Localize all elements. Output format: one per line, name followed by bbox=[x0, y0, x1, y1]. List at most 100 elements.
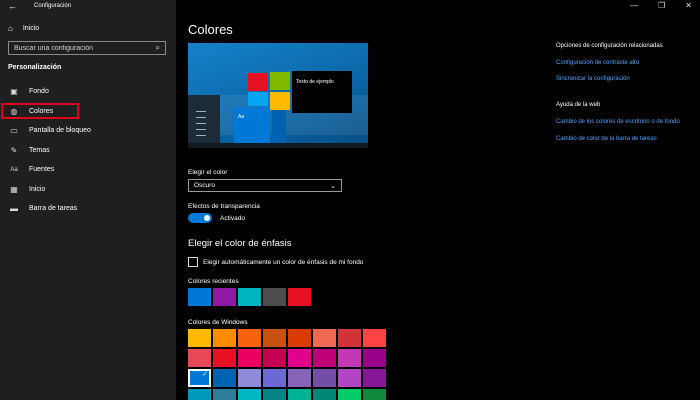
help-link-taskbar-color[interactable]: Cambio de color de la barra de tareas bbox=[556, 135, 696, 143]
windows-color-swatch[interactable] bbox=[213, 389, 236, 400]
windows-colors-grid: ✓ bbox=[188, 329, 386, 400]
brush-icon: ✎ bbox=[10, 145, 18, 155]
auto-accent-label: Elegir automáticamente un color de énfas… bbox=[203, 259, 364, 266]
windows-color-swatch[interactable] bbox=[363, 369, 386, 387]
windows-color-swatch[interactable] bbox=[263, 369, 286, 387]
sidebar-item-pantalla-de-bloqueo[interactable]: ▭ Pantalla de bloqueo bbox=[0, 121, 176, 141]
choose-color-value: Oscuro bbox=[194, 182, 215, 189]
windows-color-swatch[interactable] bbox=[313, 389, 336, 400]
windows-color-swatch[interactable] bbox=[213, 329, 236, 347]
recent-color-swatch[interactable] bbox=[238, 288, 261, 306]
fonts-icon: Aa bbox=[10, 166, 18, 173]
windows-color-swatch[interactable] bbox=[338, 329, 361, 347]
windows-color-swatch[interactable] bbox=[313, 369, 336, 387]
preview-tile-text: Aa bbox=[238, 114, 245, 120]
windows-color-swatch[interactable] bbox=[363, 389, 386, 400]
selection-highlight bbox=[1, 102, 79, 119]
home-icon: ⌂ bbox=[8, 24, 13, 33]
recent-color-swatch[interactable] bbox=[263, 288, 286, 306]
section-title: Personalización bbox=[8, 64, 62, 71]
windows-color-swatch[interactable] bbox=[238, 349, 261, 367]
windows-color-swatch[interactable] bbox=[188, 349, 211, 367]
windows-color-swatch[interactable] bbox=[238, 389, 261, 400]
preview-sample-window bbox=[292, 71, 352, 113]
windows-color-swatch[interactable] bbox=[363, 349, 386, 367]
windows-color-swatch[interactable] bbox=[263, 329, 286, 347]
toggle-knob bbox=[204, 215, 210, 221]
sidebar-item-inicio[interactable]: ▦ Inicio bbox=[0, 180, 176, 200]
windows-color-swatch[interactable] bbox=[238, 329, 261, 347]
sidebar-item-barra-de-tareas[interactable]: ▬ Barra de tareas bbox=[0, 199, 176, 219]
home-link[interactable]: ⌂ Inicio bbox=[8, 24, 39, 33]
sidebar-item-fondo[interactable]: ▣ Fondo bbox=[0, 82, 176, 102]
search-box[interactable]: ⌕ bbox=[8, 41, 166, 55]
windows-color-swatch[interactable] bbox=[263, 389, 286, 400]
transparency-toggle[interactable] bbox=[188, 213, 212, 223]
recent-color-swatch[interactable] bbox=[213, 288, 236, 306]
start-icon: ▦ bbox=[10, 184, 18, 194]
windows-color-swatch[interactable] bbox=[363, 329, 386, 347]
transparency-state: Activado bbox=[220, 215, 245, 222]
home-label: Inicio bbox=[22, 25, 40, 32]
recent-colors-label: Colores recientes bbox=[188, 278, 239, 285]
high-contrast-link[interactable]: Configuración de contraste alto bbox=[556, 59, 696, 67]
taskbar-icon: ▬ bbox=[10, 204, 18, 214]
preview-logo-yellow bbox=[270, 92, 290, 110]
related-settings-title: Opciones de configuración relacionadas bbox=[556, 43, 663, 49]
preview-tile-darkblue bbox=[272, 107, 286, 148]
search-input[interactable] bbox=[14, 44, 144, 52]
preview-taskbar bbox=[188, 143, 368, 148]
windows-colors-label: Colores de Windows bbox=[188, 319, 248, 326]
preview-logo-blue bbox=[248, 92, 268, 106]
windows-color-swatch[interactable] bbox=[213, 369, 236, 387]
windows-color-swatch[interactable] bbox=[288, 389, 311, 400]
picture-icon: ▣ bbox=[10, 87, 18, 97]
windows-color-swatch[interactable] bbox=[263, 349, 286, 367]
windows-color-swatch[interactable] bbox=[313, 329, 336, 347]
windows-color-swatch[interactable] bbox=[288, 369, 311, 387]
window-title: Configuración bbox=[34, 3, 72, 9]
preview-sample-text: Texto de ejemplo bbox=[296, 79, 334, 85]
windows-color-swatch[interactable] bbox=[313, 349, 336, 367]
windows-color-swatch[interactable] bbox=[238, 369, 261, 387]
windows-color-swatch[interactable] bbox=[213, 349, 236, 367]
windows-color-swatch[interactable] bbox=[338, 349, 361, 367]
recent-colors bbox=[188, 288, 311, 306]
windows-color-swatch[interactable] bbox=[338, 369, 361, 387]
auto-accent-checkbox[interactable] bbox=[188, 257, 198, 267]
preview-logo-green bbox=[270, 72, 290, 90]
choose-color-dropdown[interactable]: Oscuro ⌄ bbox=[188, 179, 342, 192]
web-help-title: Ayuda de la web bbox=[556, 102, 601, 108]
sidebar-item-temas[interactable]: ✎ Temas bbox=[0, 141, 176, 161]
sidebar-item-fuentes[interactable]: Aa Fuentes bbox=[0, 160, 176, 180]
back-arrow-icon[interactable]: ← bbox=[8, 1, 17, 11]
transparency-label: Efectos de transparencia bbox=[188, 203, 260, 210]
sidebar-item-label: Inicio bbox=[29, 185, 46, 193]
sidebar: ⌂ Inicio ⌕ Personalización ▣ Fondo ◍ Col… bbox=[0, 0, 176, 400]
sidebar-item-label: Barra de tareas bbox=[29, 205, 78, 213]
sync-settings-link[interactable]: Sincronizar la configuración bbox=[556, 75, 696, 83]
search-icon[interactable]: ⌕ bbox=[156, 43, 160, 53]
checkmark-icon: ✓ bbox=[202, 371, 208, 378]
lock-screen-icon: ▭ bbox=[10, 126, 18, 136]
recent-color-swatch[interactable] bbox=[188, 288, 211, 306]
sidebar-item-colores[interactable]: ◍ Colores bbox=[0, 102, 176, 122]
recent-color-swatch[interactable] bbox=[288, 288, 311, 306]
page-title: Colores bbox=[188, 22, 233, 37]
windows-color-swatch[interactable] bbox=[188, 329, 211, 347]
windows-color-swatch[interactable] bbox=[188, 389, 211, 400]
sidebar-item-label: Pantalla de bloqueo bbox=[29, 127, 91, 135]
sidebar-item-label: Fuentes bbox=[29, 166, 55, 174]
main-content: Colores Aa Texto de ejemplo Elegir el co… bbox=[176, 0, 700, 400]
windows-color-swatch[interactable]: ✓ bbox=[188, 369, 211, 387]
accent-heading: Elegir el color de énfasis bbox=[188, 238, 292, 249]
choose-color-label: Elegir el color bbox=[188, 169, 228, 176]
preview-logo-red bbox=[248, 73, 268, 91]
help-link-background-colors[interactable]: Cambio de los colores de escritorio o de… bbox=[556, 118, 691, 126]
windows-color-swatch[interactable] bbox=[288, 349, 311, 367]
theme-preview: Aa Texto de ejemplo bbox=[188, 43, 368, 148]
chevron-down-icon: ⌄ bbox=[330, 182, 336, 190]
sidebar-item-label: Temas bbox=[29, 146, 50, 154]
windows-color-swatch[interactable] bbox=[338, 389, 361, 400]
windows-color-swatch[interactable] bbox=[288, 329, 311, 347]
